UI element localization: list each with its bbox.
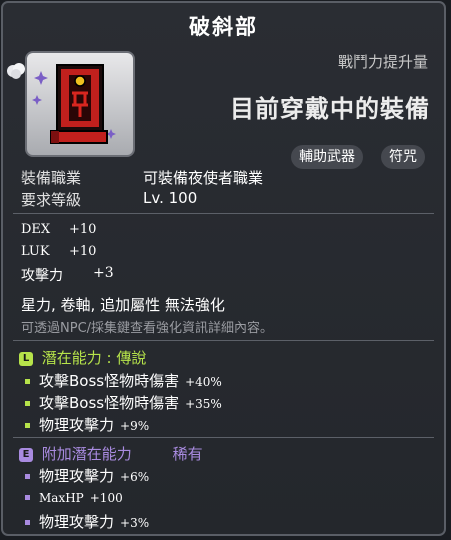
- bullet-icon: [25, 423, 30, 428]
- legendary-grade-icon: L: [19, 351, 33, 366]
- item-title: 破斜部: [189, 15, 258, 39]
- stat-value: +3: [93, 265, 114, 281]
- job-req-value: 可裝備夜使者職業: [143, 169, 264, 187]
- stat-row: DEX +10: [21, 222, 96, 237]
- tag-talisman: 符咒: [381, 145, 425, 169]
- additional-potential-line: MaxHP +100: [25, 488, 123, 506]
- stat-value: +10: [69, 244, 97, 259]
- tag-secondary-weapon: 輔助武器: [291, 145, 363, 169]
- potential-line: 攻擊Boss怪物時傷害 +40%: [25, 370, 222, 391]
- level-req-label: 要求等級: [21, 191, 82, 209]
- cloud-icon: [5, 59, 27, 81]
- combat-power-label: 戰鬥力提升量: [337, 53, 428, 71]
- properties-text: 星力, 卷軸, 追加屬性 無法強化: [21, 296, 225, 314]
- level-req-value: Lv. 100: [143, 189, 198, 207]
- stat-name: LUK: [21, 244, 50, 259]
- stat-value: +10: [69, 222, 97, 237]
- potential-line: 攻擊Boss怪物時傷害 +35%: [25, 392, 222, 413]
- bullet-icon: [25, 520, 30, 525]
- potential-label: 潛在能力 : 傳說: [41, 349, 147, 367]
- epic-grade-icon: E: [19, 447, 33, 462]
- stat-row: LUK +10: [21, 244, 96, 259]
- divider: [13, 340, 434, 341]
- additional-potential-line: 物理攻擊力 +6%: [25, 465, 149, 486]
- potential-header: L 潛在能力 : 傳說: [19, 347, 146, 368]
- bullet-icon: [25, 401, 30, 406]
- stat-name: DEX: [21, 222, 51, 237]
- stat-name: 攻擊力: [21, 268, 63, 284]
- enhance-hint: 可透過NPC/採集鍵查看強化資訊詳細內容。: [21, 321, 274, 336]
- item-tooltip: 破斜部 戰鬥力提升量 目前穿戴中的裝備 輔助武器 符咒 裝備職業 可裝備夜使者職…: [1, 1, 446, 536]
- job-req-label: 裝備職業: [21, 169, 82, 187]
- combat-power-value: 目前穿戴中的裝備: [230, 95, 430, 123]
- additional-potential-line: 物理攻擊力 +3%: [25, 511, 149, 532]
- talisman-scroll-icon: [32, 64, 116, 144]
- divider: [13, 437, 434, 438]
- divider: [13, 213, 434, 214]
- additional-potential-grade: 稀有: [172, 445, 203, 463]
- item-icon-frame: [25, 51, 135, 157]
- additional-potential-label: 附加潛在能力: [41, 445, 132, 463]
- additional-potential-header: E 附加潛在能力 稀有: [19, 443, 203, 464]
- bullet-icon: [25, 495, 30, 500]
- bullet-icon: [25, 379, 30, 384]
- potential-line: 物理攻擊力 +9%: [25, 414, 149, 435]
- stat-row: 攻擊力 +3: [21, 265, 114, 285]
- bullet-icon: [25, 474, 30, 479]
